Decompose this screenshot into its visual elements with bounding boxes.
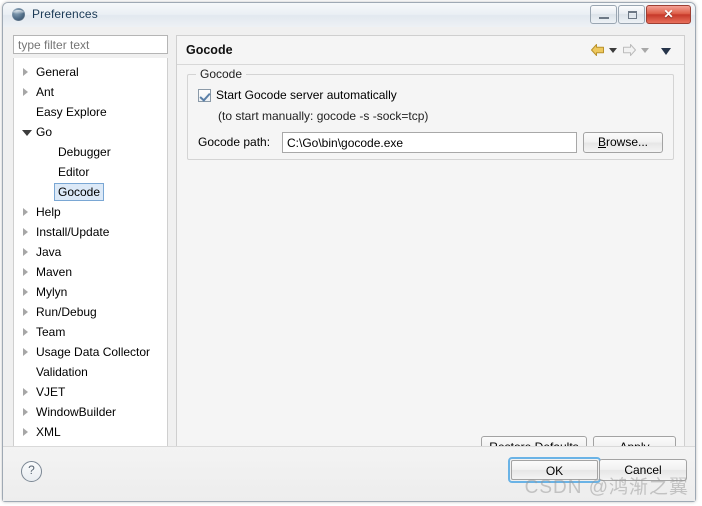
tree-item-label: Java: [36, 245, 62, 259]
tree-item-vjet[interactable]: VJET: [14, 382, 167, 402]
forward-dropdown-chevron-down-icon: [641, 48, 649, 53]
tree-item-label: Usage Data Collector: [36, 345, 151, 359]
tree-collapsed-arrow-icon[interactable]: [23, 88, 28, 96]
question-mark-icon[interactable]: ?: [21, 461, 42, 482]
tree-item-team[interactable]: Team: [14, 322, 167, 342]
start-server-checkbox[interactable]: [198, 89, 211, 102]
tree-item-editor[interactable]: Editor: [14, 162, 167, 182]
tree-item-maven[interactable]: Maven: [14, 262, 167, 282]
preferences-tree[interactable]: General Ant Easy Explore Go Debugger Editor Go…: [13, 58, 168, 467]
close-button[interactable]: ✕: [646, 5, 691, 24]
tree-item-label: VJET: [36, 385, 66, 399]
browse-mnemonic: B: [597, 135, 606, 149]
tree-item-run-debug[interactable]: Run/Debug: [14, 302, 167, 322]
tree-item-label: Debugger: [58, 145, 111, 159]
tree-item-gocode[interactable]: Gocode: [14, 182, 167, 202]
filter-input[interactable]: [13, 35, 168, 54]
tree-item-label: Maven: [36, 265, 73, 279]
tree-item-label: Team: [36, 325, 66, 339]
tree-item-label: Gocode: [54, 183, 105, 201]
tree-item-windowbuilder[interactable]: WindowBuilder: [14, 402, 167, 422]
tree-item-label: General: [36, 65, 79, 79]
tree-item-install-update[interactable]: Install/Update: [14, 222, 167, 242]
tree-item-label: Mylyn: [36, 285, 68, 299]
tree-expanded-arrow-icon[interactable]: [22, 130, 32, 136]
tree-item-mylyn[interactable]: Mylyn: [14, 282, 167, 302]
dialog-footer: ? OK Cancel CSDN @鸿渐之翼: [3, 446, 695, 501]
tree-item-label: WindowBuilder: [36, 405, 117, 419]
minimize-button[interactable]: [590, 5, 617, 24]
gocode-path-row: Gocode path: Browse...: [198, 132, 663, 153]
dialog-body: General Ant Easy Explore Go Debugger Editor Go…: [3, 27, 695, 501]
tree-item-ant[interactable]: Ant: [14, 82, 167, 102]
tree-item-debugger[interactable]: Debugger: [14, 142, 167, 162]
tree-item-easy-explore[interactable]: Easy Explore: [14, 102, 167, 122]
gocode-path-label: Gocode path:: [198, 135, 271, 149]
tree-item-validation[interactable]: Validation: [14, 362, 167, 382]
tree-collapsed-arrow-icon[interactable]: [23, 388, 28, 396]
window-controls: ✕: [589, 5, 691, 24]
tree-item-usage-data-collector[interactable]: Usage Data Collector: [14, 342, 167, 362]
content-panel: Gocode Gocode Start Gocode server automa…: [176, 35, 685, 467]
tree-item-java[interactable]: Java: [14, 242, 167, 262]
tree-item-general[interactable]: General: [14, 62, 167, 82]
tree-item-label: Validation: [36, 365, 88, 379]
start-server-label: Start Gocode server automatically: [216, 88, 397, 102]
tree-collapsed-arrow-icon[interactable]: [23, 328, 28, 336]
tree-item-label: Help: [36, 205, 61, 219]
window-title: Preferences: [32, 7, 98, 21]
tree-collapsed-arrow-icon[interactable]: [23, 68, 28, 76]
manual-start-hint: (to start manually: gocode -s -sock=tcp): [218, 109, 429, 123]
tree-collapsed-arrow-icon[interactable]: [23, 228, 28, 236]
back-dropdown-chevron-down-icon[interactable]: [609, 48, 617, 53]
content-header: Gocode: [177, 36, 684, 65]
gocode-group: Gocode Start Gocode server automatically…: [187, 67, 674, 160]
forward-arrow-icon: [622, 43, 637, 57]
tree-item-help[interactable]: Help: [14, 202, 167, 222]
browse-button[interactable]: Browse...: [583, 132, 663, 153]
tree-collapsed-arrow-icon[interactable]: [23, 348, 28, 356]
group-legend: Gocode: [196, 67, 247, 81]
tree-item-label: Easy Explore: [36, 105, 107, 119]
preferences-window: Preferences ✕ General Ant Easy Explore Go De…: [2, 2, 696, 502]
tree-item-label: XML: [36, 425, 61, 439]
tree-item-go[interactable]: Go: [14, 122, 167, 142]
title-bar: Preferences ✕: [3, 3, 695, 27]
csdn-watermark: CSDN @鸿渐之翼: [524, 477, 689, 498]
start-server-checkbox-row[interactable]: Start Gocode server automatically: [198, 88, 397, 102]
tree-collapsed-arrow-icon[interactable]: [23, 288, 28, 296]
tree-item-label: Run/Debug: [36, 305, 97, 319]
page-title: Gocode: [186, 43, 233, 57]
tree-collapsed-arrow-icon[interactable]: [23, 208, 28, 216]
tree-item-label: Install/Update: [36, 225, 110, 239]
back-arrow-icon[interactable]: [590, 43, 605, 57]
navigation-bar: [590, 42, 676, 58]
tree-item-label: Ant: [36, 85, 55, 99]
preferences-globe-icon: [12, 8, 25, 21]
tree-collapsed-arrow-icon[interactable]: [23, 428, 28, 436]
tree-item-label: Editor: [58, 165, 90, 179]
tree-collapsed-arrow-icon[interactable]: [23, 268, 28, 276]
browse-label-rest: rowse...: [606, 135, 649, 149]
view-menu-chevron-down-icon[interactable]: [661, 48, 671, 55]
gocode-path-input[interactable]: [282, 132, 577, 153]
tree-item-xml[interactable]: XML: [14, 422, 167, 442]
tree-item-label: Go: [36, 125, 53, 139]
tree-collapsed-arrow-icon[interactable]: [23, 308, 28, 316]
maximize-button[interactable]: [618, 5, 645, 24]
tree-collapsed-arrow-icon[interactable]: [23, 248, 28, 256]
tree-collapsed-arrow-icon[interactable]: [23, 408, 28, 416]
